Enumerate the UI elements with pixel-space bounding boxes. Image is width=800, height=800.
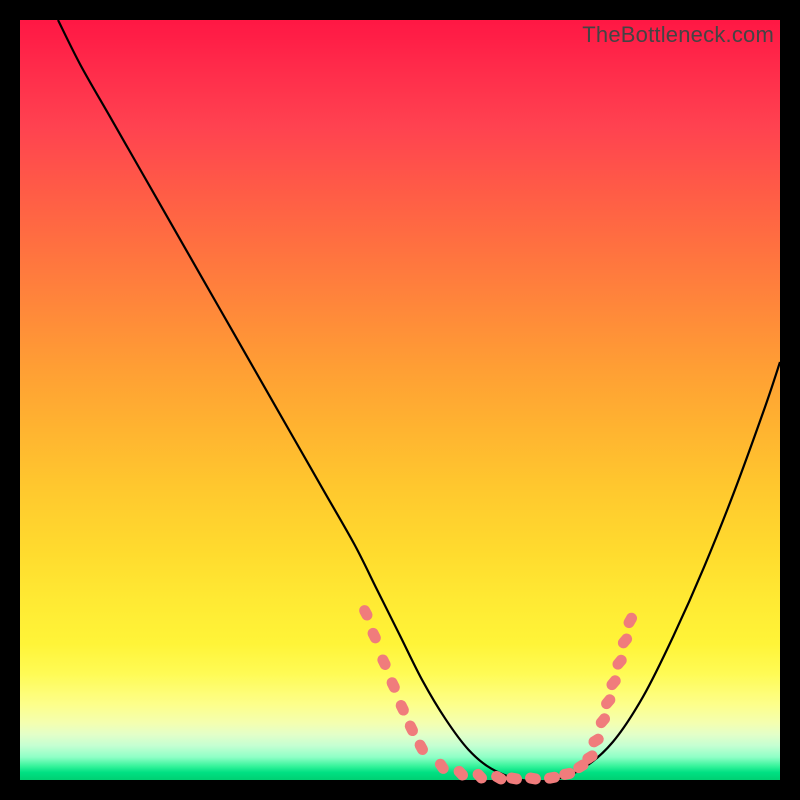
curve-marker [543,771,561,785]
curve-marker [622,611,639,630]
curve-marker [524,772,542,786]
curve-marker [451,764,470,783]
curve-marker [489,769,508,786]
chart-svg [20,20,780,780]
curve-marker [470,767,489,786]
chart-frame: TheBottleneck.com [20,20,780,780]
curve-marker [599,692,618,711]
curve-marker [394,698,411,717]
curve-marker [403,719,420,738]
curve-marker [357,603,374,622]
curve-marker [433,757,451,776]
curve-marker [376,653,393,672]
curve-marker [604,673,623,692]
curve-marker [385,675,402,694]
curve-marker [586,732,605,750]
curve-marker [366,626,383,645]
curve-marker [616,631,635,650]
bottleneck-curve-path [58,20,780,781]
curve-marker [413,738,430,757]
bottleneck-curve [58,20,780,781]
curve-marker [594,711,613,730]
curve-marker [505,772,523,786]
curve-marker [610,653,629,672]
watermark-text: TheBottleneck.com [582,22,774,48]
